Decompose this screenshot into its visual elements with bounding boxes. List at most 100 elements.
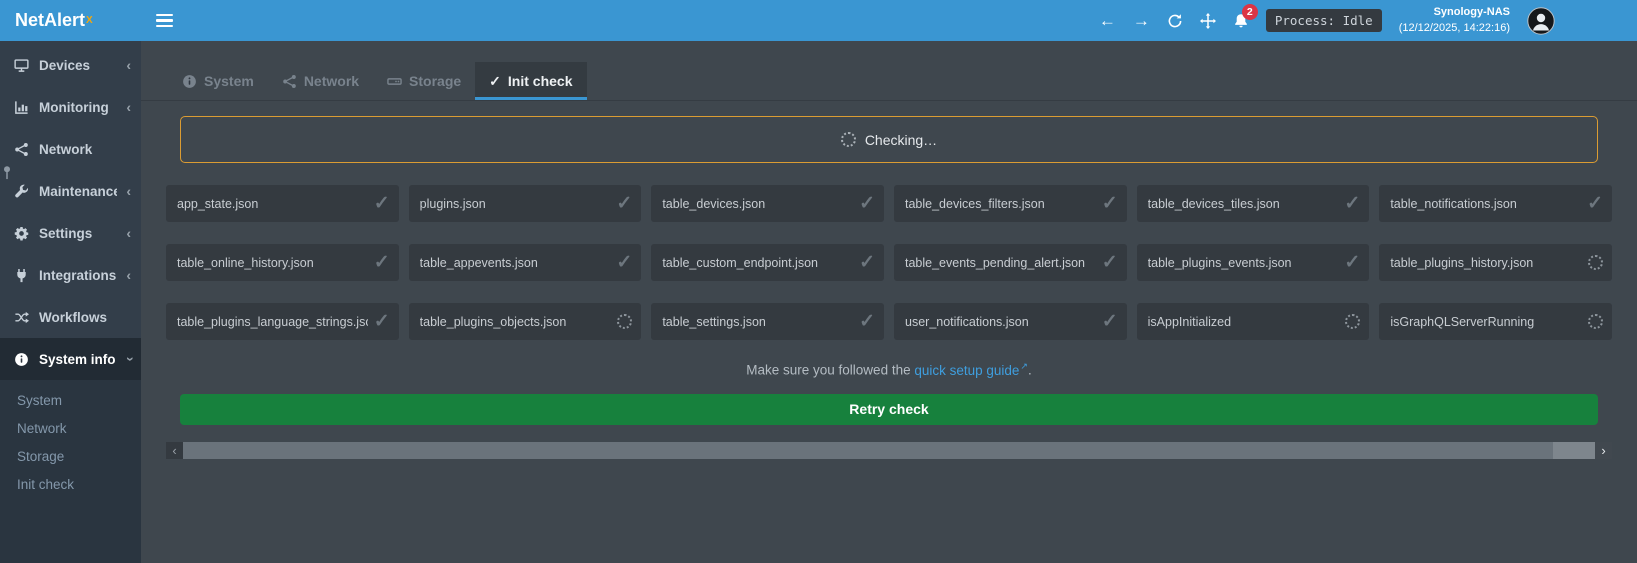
quick-setup-link[interactable]: quick setup guide↗ xyxy=(914,363,1028,378)
scroll-right-button[interactable]: › xyxy=(1595,442,1612,459)
maintenance-icon xyxy=(13,184,30,199)
chevron-left-icon: ‹ xyxy=(126,57,131,73)
forward-icon[interactable]: → xyxy=(1133,12,1150,29)
check-label: table_custom_endpoint.json xyxy=(662,256,853,270)
scrollbar-thumb[interactable] xyxy=(183,442,1553,459)
tab-network[interactable]: Network xyxy=(268,62,373,100)
retry-check-button[interactable]: Retry check xyxy=(180,394,1598,425)
sidebar-item-monitoring[interactable]: Monitoring ‹ xyxy=(0,86,141,128)
sidebar-subitem-system[interactable]: System xyxy=(0,386,141,414)
check-label: table_plugins_objects.json xyxy=(420,315,612,329)
horizontal-scrollbar[interactable]: ‹ › xyxy=(166,442,1612,459)
pin-icon xyxy=(1,165,13,180)
chevron-left-icon: ‹ xyxy=(126,225,131,241)
check-label: table_plugins_history.json xyxy=(1390,256,1582,270)
move-icon[interactable] xyxy=(1200,13,1216,29)
spinner-icon xyxy=(841,132,856,147)
tab-system[interactable]: System xyxy=(168,62,268,100)
network-icon xyxy=(13,142,30,157)
setup-note-prefix: Make sure you followed the xyxy=(746,363,914,378)
systeminfo-icon xyxy=(13,352,30,367)
check-card: table_devices_tiles.json✓ xyxy=(1137,185,1370,222)
check-done-icon: ✓ xyxy=(374,194,390,213)
main-content: System Network Storage ✓Init check Checking… xyxy=(141,41,1637,563)
spinner-icon xyxy=(1588,314,1603,329)
notifications-button[interactable]: 2 xyxy=(1233,13,1249,29)
logo-text: NetAlert xyxy=(15,10,85,31)
check-done-icon: ✓ xyxy=(1102,194,1118,213)
scroll-left-button[interactable]: ‹ xyxy=(166,442,183,459)
sidebar-item-label: Maintenance xyxy=(39,184,117,199)
check-label: table_devices.json xyxy=(662,197,853,211)
sidebar-item-network[interactable]: Network xyxy=(0,128,141,170)
check-card: table_notifications.json✓ xyxy=(1379,185,1612,222)
user-avatar[interactable] xyxy=(1527,7,1555,35)
check-label: isGraphQLServerRunning xyxy=(1390,315,1582,329)
quick-setup-link-label: quick setup guide xyxy=(914,363,1019,378)
check-card: table_devices.json✓ xyxy=(651,185,884,222)
setup-note-suffix: . xyxy=(1028,363,1032,378)
sidebar-item-label: Monitoring xyxy=(39,100,117,115)
host-time: (12/12/2025, 14:22:16) xyxy=(1399,21,1510,36)
sidebar-item-label: Settings xyxy=(39,226,117,241)
check-label: table_events_pending_alert.json xyxy=(905,256,1096,270)
sidebar-item-system-info[interactable]: System info‹ xyxy=(0,338,141,380)
check-card: table_plugins_language_strings.json✓ xyxy=(166,303,399,340)
check-done-icon: ✓ xyxy=(616,253,632,272)
app-logo[interactable]: NetAlertX xyxy=(0,0,141,41)
check-card: table_settings.json✓ xyxy=(651,303,884,340)
check-done-icon: ✓ xyxy=(1344,253,1360,272)
workflows-icon xyxy=(13,310,30,325)
check-card: user_notifications.json ✓ xyxy=(894,303,1127,340)
init-check-grid: app_state.json✓plugins.json✓table_device… xyxy=(166,185,1612,340)
spinner-icon xyxy=(617,314,632,329)
check-label: table_plugins_events.json xyxy=(1148,256,1339,270)
back-icon[interactable]: ← xyxy=(1099,12,1116,29)
top-header: NetAlertX ← → 2 Process: Idle Synology-N… xyxy=(0,0,1637,41)
host-info: Synology-NAS (12/12/2025, 14:22:16) xyxy=(1399,5,1510,36)
check-card: app_state.json✓ xyxy=(166,185,399,222)
checking-banner: Checking… xyxy=(180,116,1598,163)
sidebar-item-settings[interactable]: Settings ‹ xyxy=(0,212,141,254)
sidebar-item-label: Integrations xyxy=(39,268,117,283)
check-label: table_devices_tiles.json xyxy=(1148,197,1339,211)
scrollbar-track[interactable] xyxy=(183,442,1595,459)
chevron-left-icon: ‹ xyxy=(126,267,131,283)
check-done-icon: ✓ xyxy=(616,194,632,213)
refresh-icon[interactable] xyxy=(1167,13,1183,29)
network-icon xyxy=(282,74,297,89)
sidebar-item-workflows[interactable]: Workflows xyxy=(0,296,141,338)
process-status-badge: Process: Idle xyxy=(1266,9,1382,32)
tab-label: Storage xyxy=(409,73,461,89)
sidebar: Devices‹Monitoring‹NetworkMaintenance‹Se… xyxy=(0,41,141,563)
sidebar-subitem-storage[interactable]: Storage xyxy=(0,442,141,470)
check-label: plugins.json xyxy=(420,197,611,211)
sidebar-item-label: Devices xyxy=(39,58,117,73)
tab-label: Network xyxy=(304,73,359,89)
sidebar-item-devices[interactable]: Devices ‹ xyxy=(0,44,141,86)
check-done-icon: ✓ xyxy=(859,253,875,272)
sidebar-toggle-button[interactable] xyxy=(156,14,173,28)
tab-init-check[interactable]: ✓Init check xyxy=(475,62,586,100)
check-card: table_events_pending_alert.json✓ xyxy=(894,244,1127,281)
tab-label: System xyxy=(204,73,254,89)
check-done-icon: ✓ xyxy=(1102,312,1118,331)
sidebar-subitem-network[interactable]: Network xyxy=(0,414,141,442)
sidebar-subitem-init-check[interactable]: Init check xyxy=(0,470,141,498)
tab-storage[interactable]: Storage xyxy=(373,62,475,100)
check-label: user_notifications.json xyxy=(905,315,1096,329)
sidebar-item-integrations[interactable]: Integrations ‹ xyxy=(0,254,141,296)
sidebar-menu: Devices‹Monitoring‹NetworkMaintenance‹Se… xyxy=(0,41,141,380)
check-card: isGraphQLServerRunning xyxy=(1379,303,1612,340)
check-card: plugins.json ✓ xyxy=(409,185,642,222)
check-card: table_devices_filters.json✓ xyxy=(894,185,1127,222)
sidebar-item-label: System info xyxy=(39,352,117,367)
sidebar-item-maintenance[interactable]: Maintenance‹ xyxy=(0,170,141,212)
check-label: table_appevents.json xyxy=(420,256,611,270)
chevron-left-icon: ‹ xyxy=(126,99,131,115)
sidebar-item-label: Workflows xyxy=(39,310,131,325)
check-label: table_notifications.json xyxy=(1390,197,1581,211)
check-card: table_plugins_objects.json xyxy=(409,303,642,340)
tab-bar: System Network Storage ✓Init check xyxy=(141,62,1637,101)
monitoring-icon xyxy=(13,100,30,115)
